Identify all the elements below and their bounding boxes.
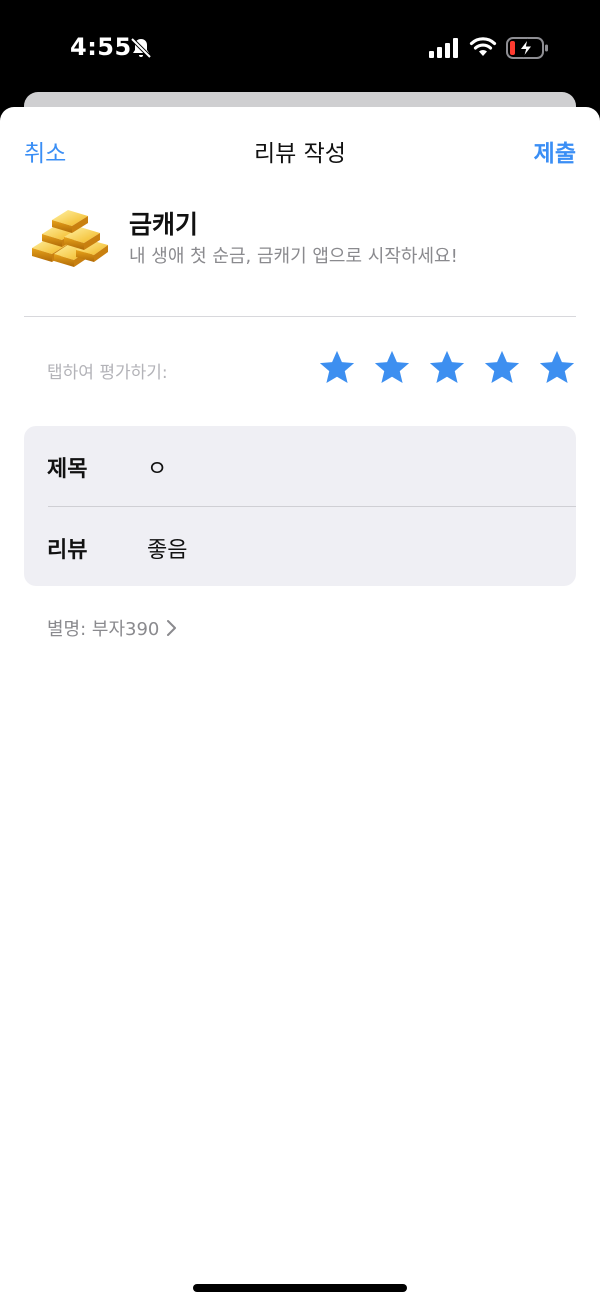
gold-bars-icon (32, 210, 108, 267)
app-subtitle: 내 생애 첫 순금, 금캐기 앱으로 시작하세요! (129, 246, 458, 267)
star-icon-2[interactable] (373, 349, 411, 387)
bell-slash-icon (130, 37, 152, 59)
form-divider (48, 506, 576, 507)
title-label: 제목 (47, 457, 88, 482)
status-bar: 4:55 (0, 0, 600, 96)
nickname-text: 별명: 부자390 (47, 619, 160, 640)
page-title: 리뷰 작성 (254, 141, 346, 167)
nickname-link[interactable]: 별명: 부자390 (47, 615, 177, 641)
submit-button[interactable]: 제출 (534, 134, 576, 168)
star-icon-5[interactable] (538, 349, 576, 387)
review-sheet (0, 107, 600, 1304)
battery-charging-icon (506, 37, 548, 59)
status-time: 4:55 (70, 33, 132, 61)
review-label: 리뷰 (47, 538, 88, 563)
star-icon-3[interactable] (428, 349, 466, 387)
cancel-button[interactable]: 취소 (24, 134, 66, 168)
wifi-icon (469, 37, 497, 56)
rating-label: 탭하여 평가하기: (47, 363, 168, 383)
star-icon-1[interactable] (318, 349, 356, 387)
home-indicator[interactable] (193, 1284, 407, 1292)
app-name: 금캐기 (129, 210, 199, 239)
divider (24, 316, 576, 317)
review-form: 제목 ㅇ 리뷰 좋음 (24, 426, 576, 586)
star-icon-4[interactable] (483, 349, 521, 387)
star-rating[interactable] (318, 349, 576, 387)
review-input[interactable]: 좋음 (147, 532, 187, 564)
title-input[interactable]: ㅇ (147, 451, 167, 483)
chevron-right-icon (167, 620, 177, 636)
signal-icon (429, 38, 458, 58)
